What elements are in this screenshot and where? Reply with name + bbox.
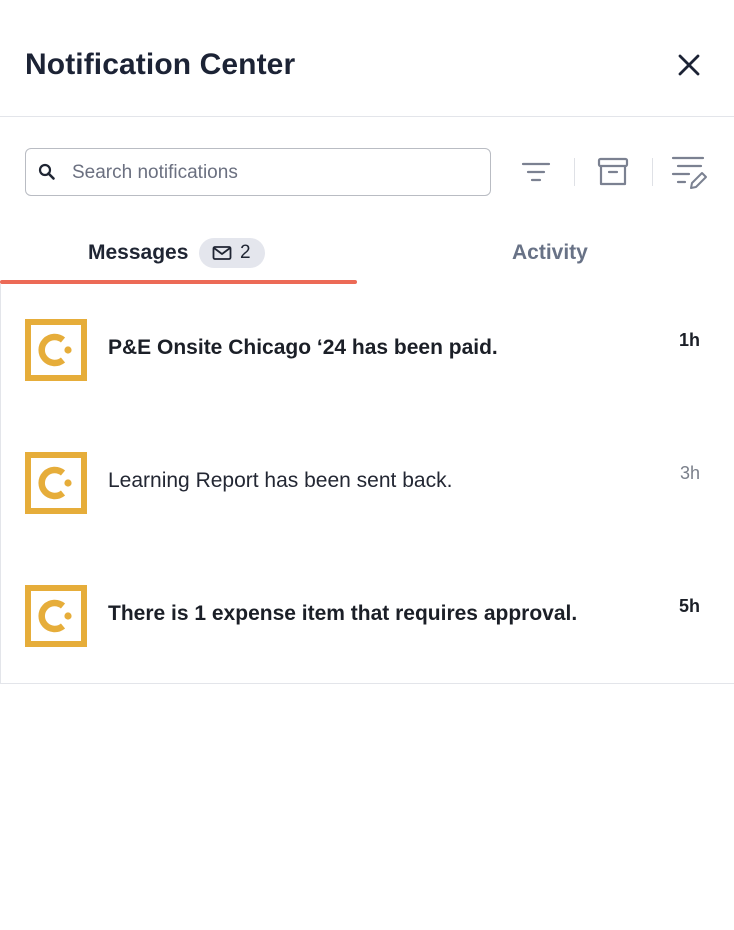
toolbar-divider — [574, 158, 575, 186]
company-logo-icon — [25, 319, 87, 381]
company-logo-icon — [25, 452, 87, 514]
notification-time: 3h — [679, 463, 700, 483]
page-title: Notification Center — [25, 48, 296, 81]
edit-list-icon — [671, 156, 707, 189]
tab-messages-label: Messages — [88, 241, 189, 264]
filter-icon — [521, 162, 551, 182]
notification-item[interactable]: Learning Report has been sent back. 3h — [0, 417, 734, 551]
archive-button[interactable] — [593, 152, 633, 192]
company-logo-icon — [25, 585, 87, 647]
close-icon — [678, 54, 700, 76]
search-input[interactable] — [70, 149, 484, 196]
notification-message: Learning Report has been sent back. — [108, 469, 453, 492]
tab-bar: Messages 2 Activity — [0, 222, 734, 285]
tab-activity-label: Activity — [512, 241, 588, 264]
search-box[interactable] — [25, 148, 491, 196]
notification-item[interactable]: P&E Onsite Chicago ‘24 has been paid. 1h — [0, 284, 734, 418]
archive-icon — [597, 157, 629, 186]
notification-message: P&E Onsite Chicago ‘24 has been paid. — [108, 336, 498, 359]
notification-header: Notification Center — [0, 0, 734, 117]
toolbar-divider — [652, 158, 653, 186]
edit-list-button[interactable] — [669, 152, 709, 192]
notification-time: 5h — [678, 596, 700, 616]
close-button[interactable] — [670, 46, 708, 84]
unread-count-badge: 2 — [199, 238, 265, 268]
notification-item[interactable]: There is 1 expense item that requires ap… — [0, 550, 734, 684]
filter-button[interactable] — [516, 152, 556, 192]
notification-time: 1h — [678, 330, 700, 350]
unread-count: 2 — [240, 242, 251, 263]
tab-messages[interactable]: Messages 2 — [0, 222, 357, 284]
notification-message: There is 1 expense item that requires ap… — [108, 602, 578, 625]
mail-icon — [212, 246, 232, 260]
search-icon — [38, 163, 55, 180]
tab-activity[interactable]: Activity — [367, 222, 734, 284]
